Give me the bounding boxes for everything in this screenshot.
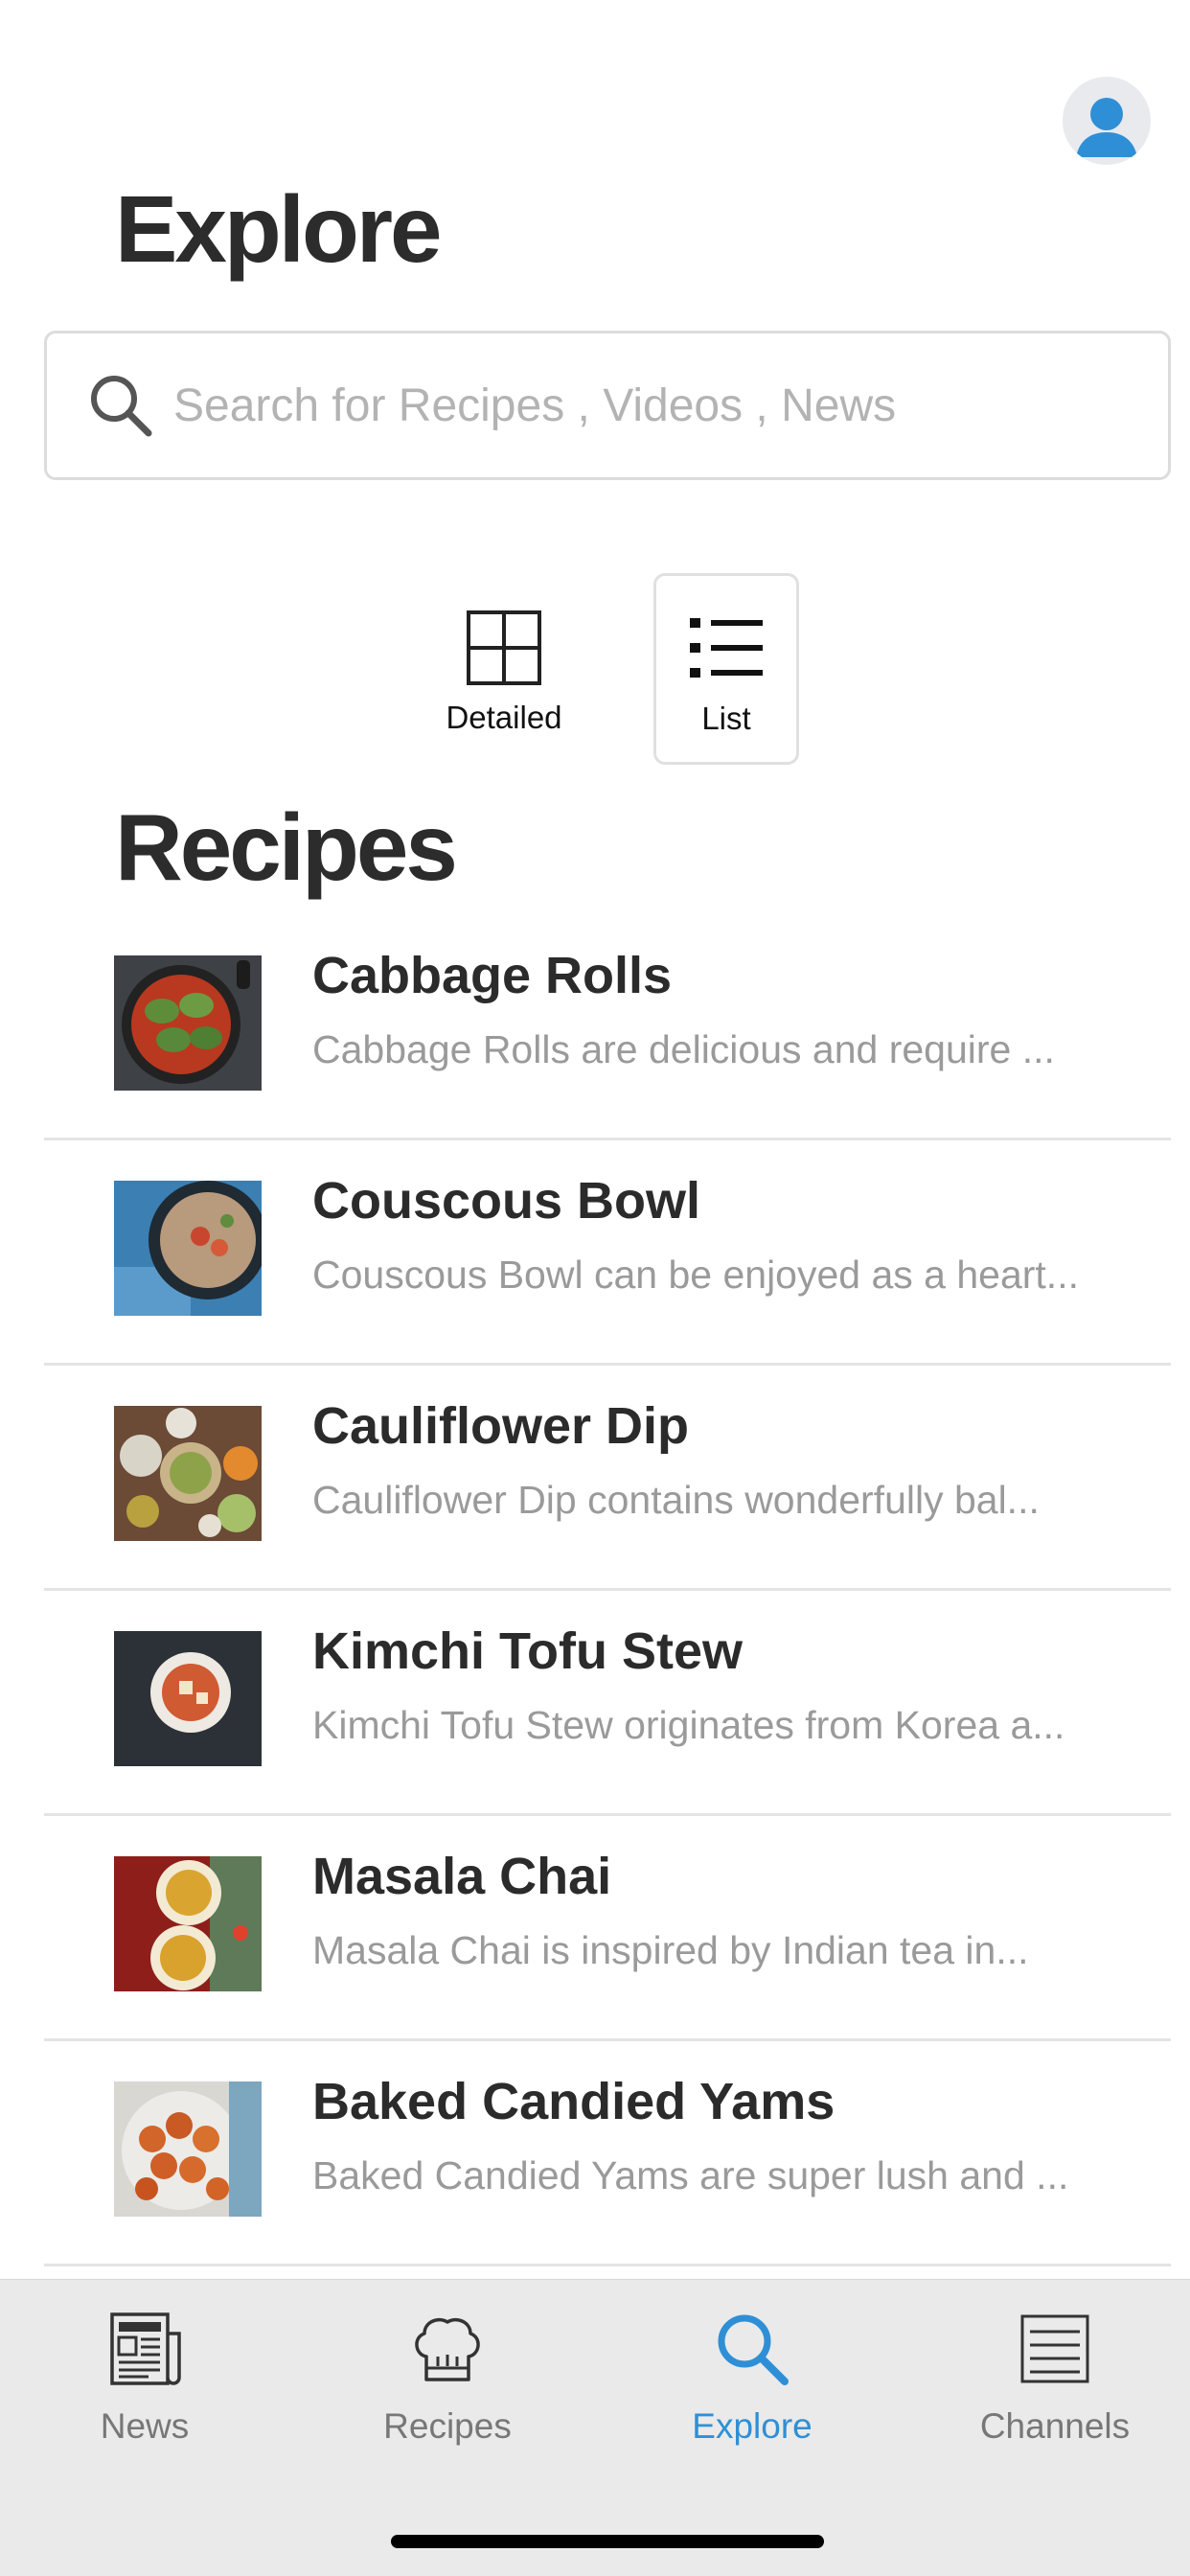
tab-channels-label: Channels	[979, 2406, 1131, 2446]
profile-avatar[interactable]	[1063, 77, 1151, 165]
recipe-row-kimchi-tofu-stew[interactable]: Kimchi Tofu Stew Kimchi Tofu Stew origin…	[44, 1591, 1171, 1816]
list-icon	[690, 618, 763, 678]
recipe-name: Kimchi Tofu Stew	[312, 1622, 744, 1680]
recipe-thumbnail	[114, 1406, 262, 1541]
recipe-row-baked-candied-yams[interactable]: Baked Candied Yams Baked Candied Yams ar…	[44, 2041, 1171, 2266]
recipe-description: Kimchi Tofu Stew originates from Korea a…	[312, 1703, 1065, 1747]
recipe-row-masala-chai[interactable]: Masala Chai Masala Chai is inspired by I…	[44, 1816, 1171, 2041]
recipe-name: Couscous Bowl	[312, 1172, 701, 1230]
recipe-row-couscous-bowl[interactable]: Couscous Bowl Couscous Bowl can be enjoy…	[44, 1140, 1171, 1366]
recipe-thumbnail	[114, 2082, 262, 2217]
recipe-thumbnail	[114, 1631, 262, 1766]
recipe-name: Masala Chai	[312, 1848, 612, 1905]
newspaper-icon	[110, 2312, 181, 2385]
recipes-section-title: Recipes	[115, 794, 458, 900]
recipe-description: Cauliflower Dip contains wonderfully bal…	[312, 1478, 1040, 1522]
list-label: List	[701, 701, 751, 736]
recipe-thumbnail	[114, 1181, 262, 1316]
channels-list-icon	[1020, 2314, 1089, 2383]
search-icon	[718, 2314, 789, 2385]
detailed-view-button[interactable]: Detailed	[431, 573, 577, 765]
recipe-description: Couscous Bowl can be enjoyed as a heart.…	[312, 1253, 1079, 1297]
search-bar[interactable]	[44, 331, 1171, 480]
tab-explore[interactable]: Explore	[637, 2309, 867, 2481]
tab-news-label: News	[100, 2406, 190, 2446]
recipe-description: Baked Candied Yams are super lush and ..…	[312, 2153, 1069, 2197]
tab-recipes[interactable]: Recipes	[332, 2309, 562, 2481]
chef-hat-icon	[415, 2317, 480, 2381]
recipe-thumbnail	[114, 955, 262, 1091]
home-indicator	[391, 2535, 824, 2548]
tab-channels[interactable]: Channels	[940, 2309, 1170, 2481]
page-title: Explore	[115, 176, 442, 282]
grid-icon	[467, 610, 541, 685]
bottom-tab-bar: News Recipes Explore Channels	[0, 2279, 1190, 2576]
user-avatar-icon	[1076, 98, 1137, 157]
detailed-label: Detailed	[446, 700, 562, 735]
recipe-name: Cabbage Rolls	[312, 947, 673, 1004]
tab-explore-label: Explore	[692, 2406, 812, 2446]
recipe-description: Cabbage Rolls are delicious and require …	[312, 1027, 1055, 1071]
search-input[interactable]	[173, 379, 1036, 432]
recipe-name: Baked Candied Yams	[312, 2073, 835, 2130]
recipe-row-cabbage-rolls[interactable]: Cabbage Rolls Cabbage Rolls are deliciou…	[44, 915, 1171, 1140]
tab-recipes-label: Recipes	[383, 2406, 512, 2446]
recipe-description: Masala Chai is inspired by Indian tea in…	[312, 1928, 1029, 1972]
recipe-name: Cauliflower Dip	[312, 1397, 690, 1455]
recipe-row-cauliflower-dip[interactable]: Cauliflower Dip Cauliflower Dip contains…	[44, 1366, 1171, 1591]
list-view-button[interactable]: List	[653, 573, 799, 765]
recipe-list: Cabbage Rolls Cabbage Rolls are deliciou…	[44, 915, 1171, 2266]
search-icon	[91, 376, 152, 437]
recipe-thumbnail	[114, 1856, 262, 1991]
tab-news[interactable]: News	[30, 2309, 260, 2481]
